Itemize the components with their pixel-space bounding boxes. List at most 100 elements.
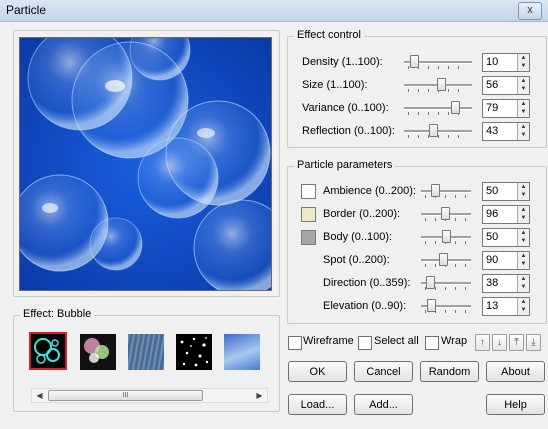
effect-control-value-spinner-0[interactable]: 10 ▲ ▼ <box>482 53 530 72</box>
effect-control-value-spinner-2[interactable]: 79 ▲ ▼ <box>482 99 530 118</box>
spinner-value[interactable]: 96 <box>486 208 498 220</box>
slider-thumb[interactable] <box>441 207 450 220</box>
spinner-value[interactable]: 50 <box>486 185 498 197</box>
particle-param-value-spinner-5[interactable]: 13 ▲ ▼ <box>482 297 530 316</box>
spin-down-icon[interactable]: ▼ <box>518 237 529 245</box>
ok-button[interactable]: OK <box>288 361 347 382</box>
cancel-button[interactable]: Cancel <box>354 361 413 382</box>
spin-up-icon[interactable]: ▲ <box>518 252 529 260</box>
spin-up-icon[interactable]: ▲ <box>518 100 529 108</box>
spinner-arrows[interactable]: ▲ ▼ <box>517 229 529 246</box>
spin-down-icon[interactable]: ▼ <box>518 283 529 291</box>
slider-thumb[interactable] <box>442 230 451 243</box>
particle-param-color-swatch-0[interactable] <box>301 184 316 199</box>
spinner-arrows[interactable]: ▲ ▼ <box>517 275 529 292</box>
slider-thumb[interactable] <box>410 55 419 68</box>
spinner-arrows[interactable]: ▲ ▼ <box>517 54 529 71</box>
effect-thumb-bubble[interactable] <box>29 332 67 370</box>
move-top-icon[interactable]: ⤒ <box>509 334 524 351</box>
spin-down-icon[interactable]: ▼ <box>518 108 529 116</box>
effect-control-value-spinner-1[interactable]: 56 ▲ ▼ <box>482 76 530 95</box>
spinner-value[interactable]: 10 <box>486 56 498 68</box>
spinner-value[interactable]: 90 <box>486 254 498 266</box>
spin-down-icon[interactable]: ▼ <box>518 260 529 268</box>
spinner-value[interactable]: 13 <box>486 300 498 312</box>
particle-param-value-spinner-2[interactable]: 50 ▲ ▼ <box>482 228 530 247</box>
particle-param-slider-5[interactable] <box>421 297 471 315</box>
particle-param-slider-0[interactable] <box>421 182 471 200</box>
scroll-thumb[interactable]: III <box>48 390 203 401</box>
effects-scrollbar[interactable]: ◀ III ▶ <box>31 388 268 403</box>
effect-thumb-rain[interactable] <box>128 334 164 370</box>
load-button[interactable]: Load... <box>288 394 347 415</box>
spin-down-icon[interactable]: ▼ <box>518 131 529 139</box>
spin-up-icon[interactable]: ▲ <box>518 229 529 237</box>
effect-control-value-spinner-3[interactable]: 43 ▲ ▼ <box>482 122 530 141</box>
spin-down-icon[interactable]: ▼ <box>518 306 529 314</box>
move-down-icon[interactable]: ↓ <box>492 334 507 351</box>
move-bottom-icon[interactable]: ⤓ <box>526 334 541 351</box>
effect-thumb-clouds[interactable] <box>224 334 260 370</box>
slider-thumb[interactable] <box>429 124 438 137</box>
spin-up-icon[interactable]: ▲ <box>518 123 529 131</box>
spinner-value[interactable]: 79 <box>486 102 498 114</box>
particle-param-color-swatch-1[interactable] <box>301 207 316 222</box>
slider-thumb[interactable] <box>439 253 448 266</box>
effect-control-slider-2[interactable] <box>404 99 472 117</box>
slider-thumb[interactable] <box>437 78 446 91</box>
spin-up-icon[interactable]: ▲ <box>518 54 529 62</box>
slider-thumb[interactable] <box>426 276 435 289</box>
spin-down-icon[interactable]: ▼ <box>518 214 529 222</box>
add-button[interactable]: Add... <box>354 394 413 415</box>
spin-up-icon[interactable]: ▲ <box>518 206 529 214</box>
spinner-value[interactable]: 56 <box>486 79 498 91</box>
effect-thumb-stars[interactable] <box>176 334 212 370</box>
spinner-arrows[interactable]: ▲ ▼ <box>517 183 529 200</box>
spinner-arrows[interactable]: ▲ ▼ <box>517 123 529 140</box>
spinner-arrows[interactable]: ▲ ▼ <box>517 298 529 315</box>
particle-param-value-spinner-1[interactable]: 96 ▲ ▼ <box>482 205 530 224</box>
wrap-checkbox[interactable] <box>425 336 439 350</box>
spinner-arrows[interactable]: ▲ ▼ <box>517 77 529 94</box>
particle-param-slider-4[interactable] <box>421 274 471 292</box>
spinner-arrows[interactable]: ▲ ▼ <box>517 252 529 269</box>
title-bar: Particle x <box>0 0 548 22</box>
random-button[interactable]: Random <box>420 361 479 382</box>
close-button[interactable]: x <box>518 2 542 20</box>
window-title: Particle <box>6 3 47 17</box>
effect-thumb-glow[interactable] <box>80 334 116 370</box>
spin-up-icon[interactable]: ▲ <box>518 298 529 306</box>
spin-down-icon[interactable]: ▼ <box>518 62 529 70</box>
glow-preset-icon <box>84 338 109 363</box>
wireframe-checkbox[interactable] <box>288 336 302 350</box>
effect-control-slider-3[interactable] <box>404 122 472 140</box>
spinner-arrows[interactable]: ▲ ▼ <box>517 100 529 117</box>
spin-up-icon[interactable]: ▲ <box>518 183 529 191</box>
spin-up-icon[interactable]: ▲ <box>518 77 529 85</box>
move-up-icon[interactable]: ↑ <box>475 334 490 351</box>
particle-param-slider-1[interactable] <box>421 205 471 223</box>
particle-param-slider-2[interactable] <box>421 228 471 246</box>
particle-param-value-spinner-0[interactable]: 50 ▲ ▼ <box>482 182 530 201</box>
particle-param-value-spinner-3[interactable]: 90 ▲ ▼ <box>482 251 530 270</box>
spin-down-icon[interactable]: ▼ <box>518 191 529 199</box>
particle-param-slider-3[interactable] <box>421 251 471 269</box>
spin-up-icon[interactable]: ▲ <box>518 275 529 283</box>
scroll-right-icon[interactable]: ▶ <box>252 389 267 402</box>
particle-param-color-swatch-2[interactable] <box>301 230 316 245</box>
spinner-value[interactable]: 43 <box>486 125 498 137</box>
effect-control-slider-1[interactable] <box>404 76 472 94</box>
select-all-checkbox[interactable] <box>358 336 372 350</box>
about-button[interactable]: About <box>486 361 545 382</box>
slider-thumb[interactable] <box>451 101 460 114</box>
help-button[interactable]: Help <box>486 394 545 415</box>
spinner-value[interactable]: 50 <box>486 231 498 243</box>
spinner-value[interactable]: 38 <box>486 277 498 289</box>
effect-control-slider-0[interactable] <box>404 53 472 71</box>
particle-param-value-spinner-4[interactable]: 38 ▲ ▼ <box>482 274 530 293</box>
spinner-arrows[interactable]: ▲ ▼ <box>517 206 529 223</box>
spin-down-icon[interactable]: ▼ <box>518 85 529 93</box>
slider-thumb[interactable] <box>431 184 440 197</box>
scroll-left-icon[interactable]: ◀ <box>32 389 47 402</box>
slider-thumb[interactable] <box>427 299 436 312</box>
